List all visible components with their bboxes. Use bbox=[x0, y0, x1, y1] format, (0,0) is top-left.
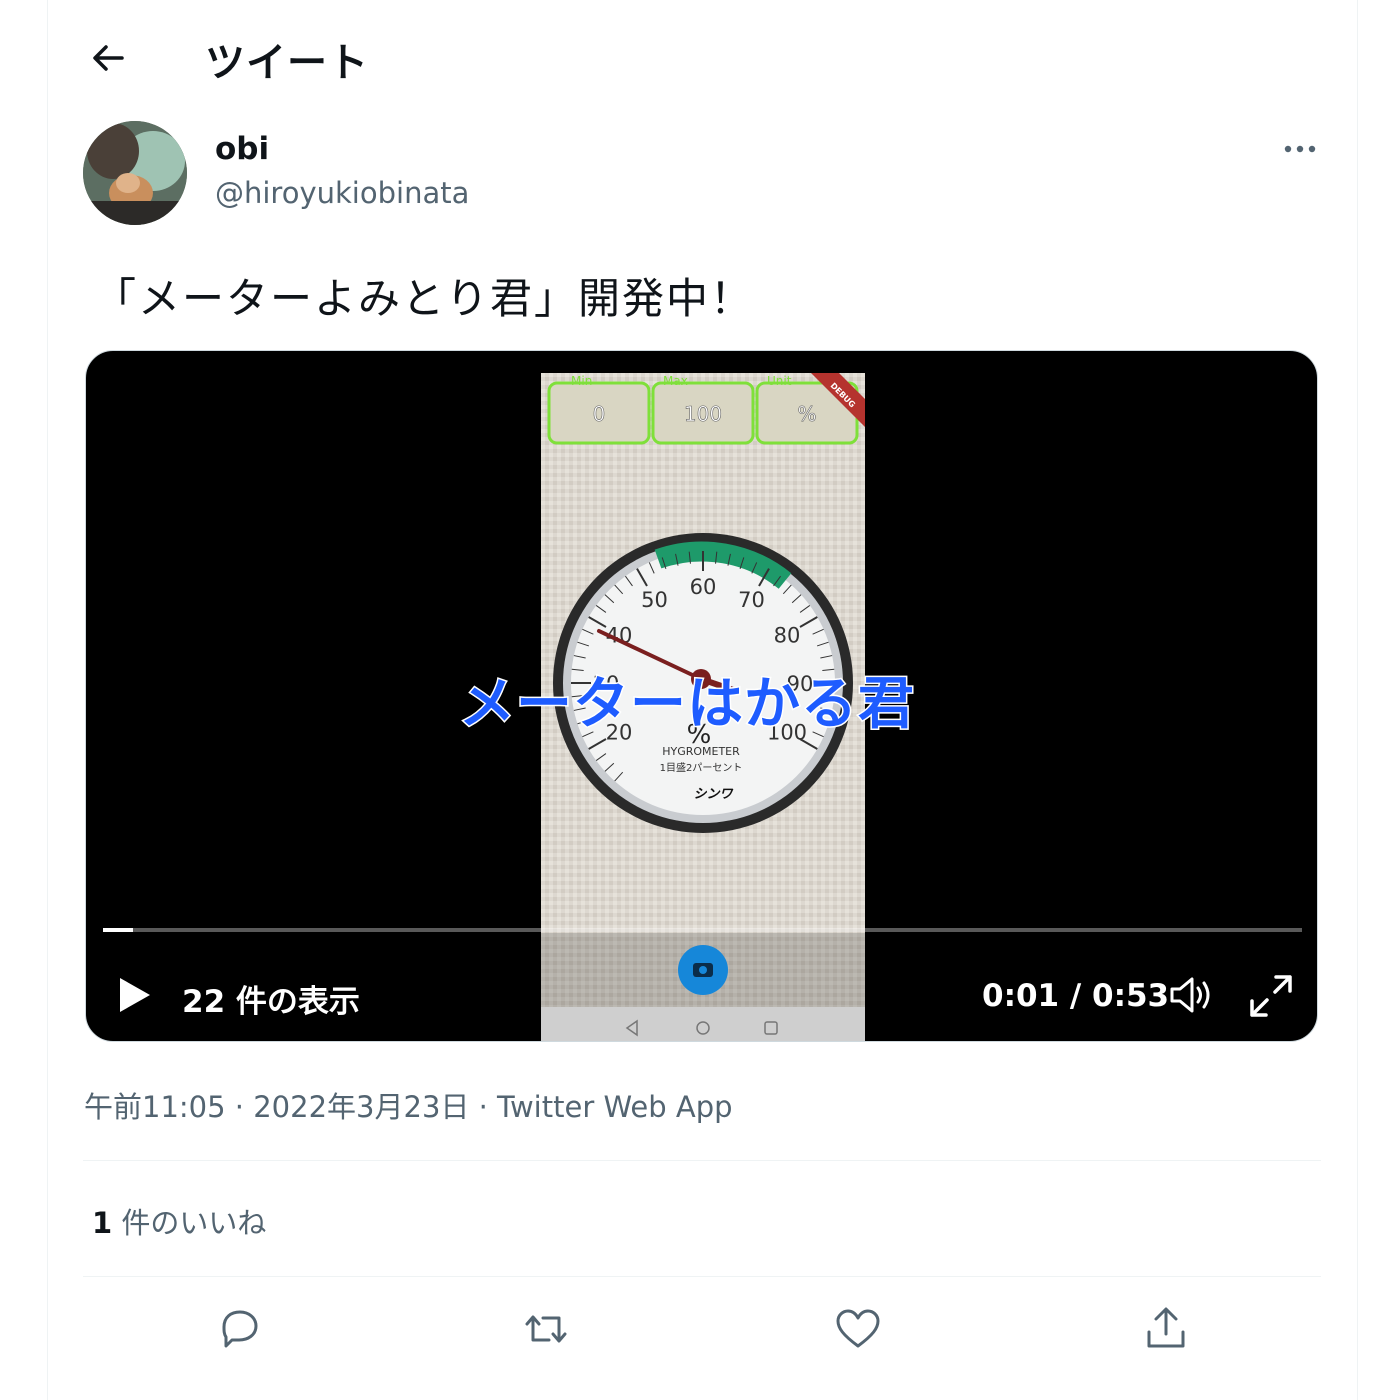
gauge-tick-label: 50 bbox=[641, 588, 668, 612]
meta-separator-2: · bbox=[469, 1090, 498, 1124]
author-display-name[interactable]: obi bbox=[215, 131, 269, 167]
tweet-time-link[interactable]: 午前11:05 bbox=[84, 1090, 226, 1124]
volume-icon[interactable] bbox=[1168, 973, 1216, 1017]
page-title: ツイート bbox=[205, 40, 369, 86]
more-options-icon[interactable] bbox=[1280, 137, 1324, 161]
fullscreen-icon[interactable] bbox=[1248, 973, 1294, 1019]
retweet-icon[interactable] bbox=[521, 1304, 571, 1354]
gauge-subtitle: 1目盛2パーセント bbox=[660, 761, 743, 774]
video-player[interactable]: Min 0 Max 100 Unit % DEBUG 20 30 40 50 6… bbox=[85, 350, 1318, 1042]
gauge-tick-label: 60 bbox=[690, 575, 717, 599]
video-progress-fill bbox=[103, 928, 133, 932]
like-icon[interactable] bbox=[833, 1304, 883, 1354]
gauge-tick-label: 70 bbox=[738, 588, 765, 612]
tweet-text: 「メーターよみとり君」開発中！ bbox=[94, 274, 755, 323]
divider bbox=[83, 1160, 1321, 1161]
gauge-name: HYGROMETER bbox=[662, 745, 740, 758]
app-field-max-label: Max bbox=[663, 374, 688, 388]
share-icon[interactable] bbox=[1141, 1304, 1191, 1354]
tweet-source-link[interactable]: Twitter Web App bbox=[497, 1090, 733, 1124]
app-field-unit-label: Unit bbox=[767, 374, 792, 388]
divider bbox=[83, 1276, 1321, 1277]
author-handle[interactable]: @hiroyukiobinata bbox=[215, 176, 469, 210]
gauge-brand: シンワ bbox=[693, 787, 733, 802]
back-arrow-icon[interactable] bbox=[86, 36, 130, 80]
gauge-tick-label: 80 bbox=[774, 624, 801, 648]
likes-count: 1 bbox=[92, 1206, 113, 1240]
likes-summary[interactable]: 1 件のいいね bbox=[92, 1200, 266, 1242]
video-time: 0:01 / 0:53 bbox=[982, 978, 1170, 1014]
meta-separator: · bbox=[225, 1090, 254, 1124]
likes-label: 件のいいね bbox=[112, 1206, 267, 1240]
tweet-timestamp: 午前11:05 · 2022年3月23日 · Twitter Web App bbox=[84, 1084, 733, 1126]
video-caption: メーターはかる君 bbox=[458, 671, 916, 739]
reply-icon[interactable] bbox=[214, 1304, 264, 1354]
avatar[interactable] bbox=[83, 121, 187, 225]
tweet-date-link[interactable]: 2022年3月23日 bbox=[253, 1090, 469, 1124]
app-field-min: Min 0 bbox=[547, 374, 651, 445]
play-icon[interactable] bbox=[114, 975, 154, 1015]
app-field-min-value: 0 bbox=[593, 402, 606, 426]
video-progress-bar[interactable] bbox=[103, 928, 1302, 932]
view-count: 22 件の表示 bbox=[182, 984, 360, 1020]
app-field-max-value: 100 bbox=[684, 402, 722, 426]
app-field-unit-value: % bbox=[797, 402, 816, 426]
app-field-min-label: Min bbox=[571, 374, 592, 388]
app-field-max: Max 100 bbox=[651, 374, 755, 445]
